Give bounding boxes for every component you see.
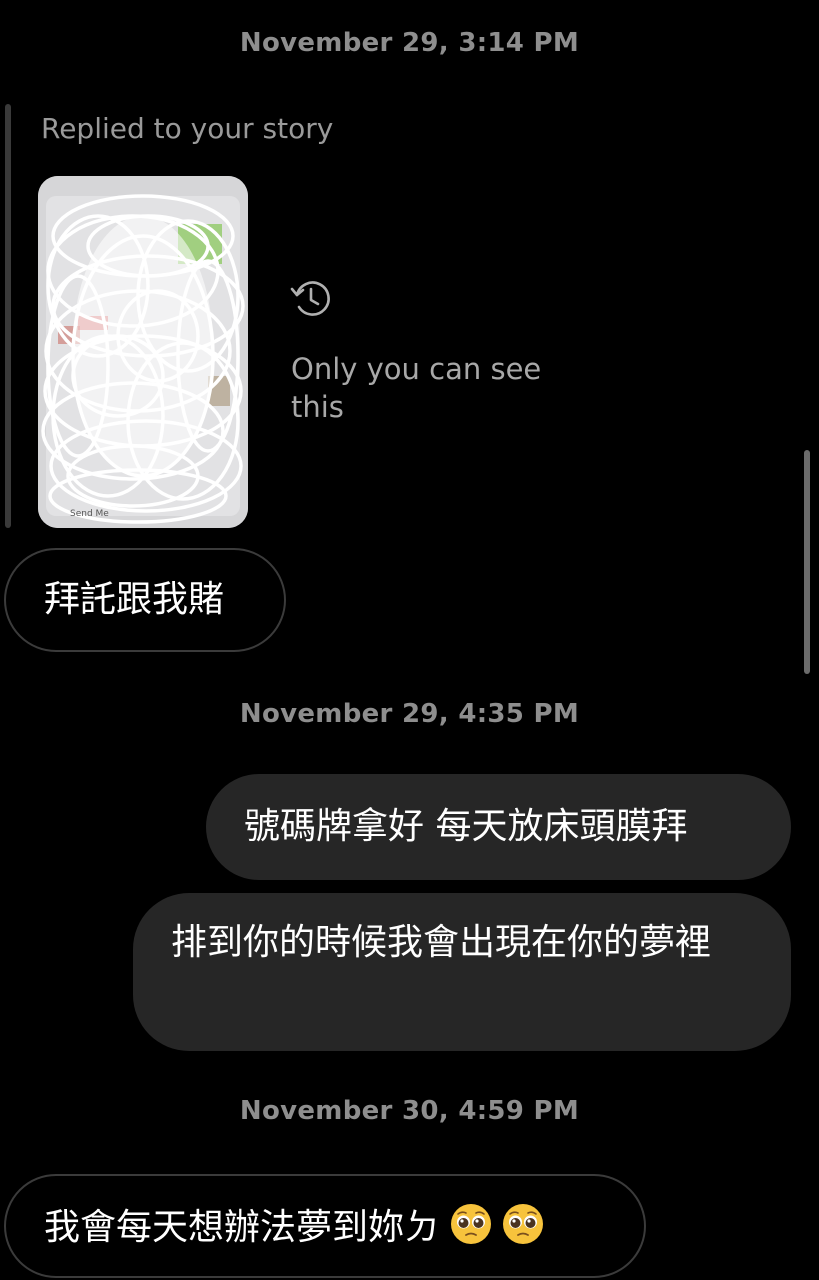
message-text: 拜託跟我賭 xyxy=(44,579,225,620)
message-bubble-incoming[interactable]: 拜託跟我賭 xyxy=(4,548,286,652)
message-text: 我會每天想辦法夢到妳ㄉ xyxy=(44,1207,441,1248)
story-thumbnail[interactable]: Send Me xyxy=(38,176,248,528)
message-bubble-incoming[interactable]: 我會每天想辦法夢到妳ㄉ xyxy=(4,1174,646,1278)
message-text: 號碼牌拿好 每天放床頭膜拜 xyxy=(244,806,688,847)
replied-to-story-label: Replied to your story xyxy=(41,112,334,145)
timestamp: November 30, 4:59 PM xyxy=(239,1096,580,1126)
reply-indicator-bar xyxy=(5,104,11,528)
message-bubble-outgoing[interactable]: 號碼牌拿好 每天放床頭膜拜 xyxy=(206,774,791,880)
message-bubble-outgoing[interactable]: 排到你的時候我會出現在你的夢裡 xyxy=(133,893,791,1051)
scribble-redaction: Send Me xyxy=(38,176,248,528)
dm-thread-screen: November 29, 3:14 PM Replied to your sto… xyxy=(0,0,819,1280)
history-icon xyxy=(290,281,330,316)
timestamp: November 29, 3:14 PM xyxy=(239,28,580,58)
scrollbar[interactable] xyxy=(804,450,810,674)
pleading-face-emoji-icon xyxy=(451,1204,492,1244)
timestamp: November 29, 4:35 PM xyxy=(239,699,580,729)
thumb-caption: Send Me xyxy=(70,509,109,519)
pleading-face-emoji-icon xyxy=(503,1204,544,1244)
message-text: 排到你的時候我會出現在你的夢裡 xyxy=(171,922,712,963)
only-you-notice: Only you can see this xyxy=(291,352,542,424)
